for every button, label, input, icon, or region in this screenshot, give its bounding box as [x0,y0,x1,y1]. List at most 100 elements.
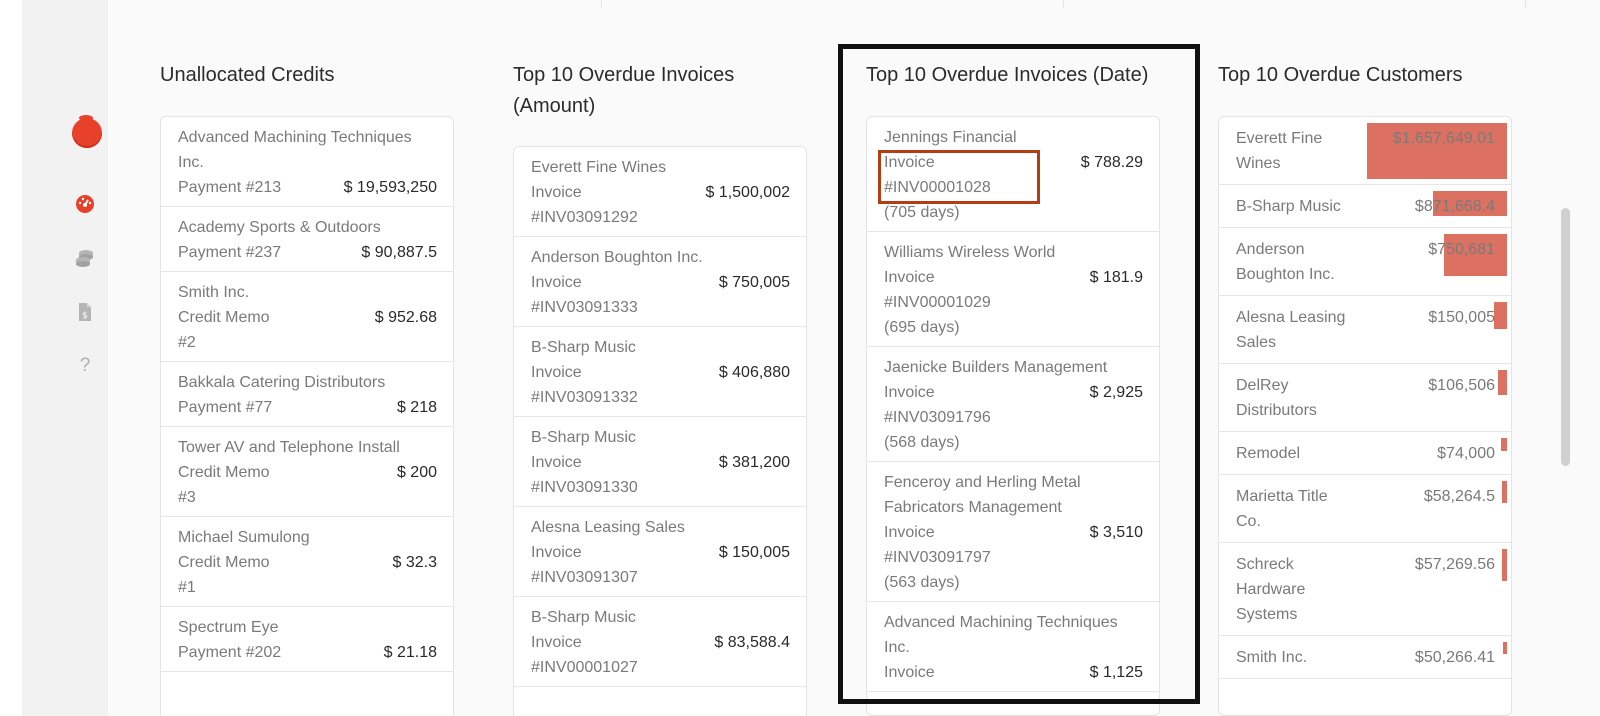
list-item[interactable]: Alesna Leasing Sales Invoice #INV0309130… [514,507,806,597]
list-item[interactable]: Smith Inc. $50,266.41 [1219,636,1511,679]
invoice-amount: $ 2,925 [1089,384,1143,401]
list-item[interactable]: Anderson Boughton Inc. Invoice #INV03091… [514,237,806,327]
list-item[interactable]: Smith Inc. Credit Memo #2 $ 952.68 [161,272,453,362]
list-item[interactable]: Schreck Hardware Systems $57,269.56 [1219,543,1511,636]
invoice-customer: Advanced Machining Techniques Inc. [884,614,1118,656]
customers-column: Top 10 Overdue Customers [1218,60,1518,91]
credit-customer: Bakkala Catering Distributors [178,374,386,391]
credit-amount: $ 19,593,250 [343,179,437,196]
list-item[interactable]: Jaenicke Builders Management Invoice #IN… [867,347,1159,462]
list-item[interactable]: Williams Wireless World Invoice #INV0000… [867,232,1159,347]
credit-amount: $ 32.3 [392,554,437,571]
customer-name: Marietta Title Co. [1236,488,1328,530]
invoice-customer: Anderson Boughton Inc. [531,249,703,266]
customer-amount: $50,266.41 [1414,649,1495,666]
invoice-ref: Invoice #INV03091333 [531,274,638,316]
invoice-ref: Invoice #INV03091307 [531,544,638,586]
list-item[interactable]: Tower AV and Telephone Install Credit Me… [161,427,453,517]
list-item[interactable]: Remodel $74,000 [1219,432,1511,475]
amount-bar [1502,549,1507,581]
customer-amount: $750,681 [1428,241,1495,258]
overdue-days: (695 days) [884,319,960,336]
invoice-ref: Invoice #INV03091332 [531,364,638,406]
invoice-amount: $ 381,200 [718,454,790,471]
scrollbar-thumb[interactable] [1561,208,1570,466]
credit-customer: Spectrum Eye [178,619,279,636]
left-gutter [0,0,22,716]
invoice-ref: Invoice #INV00001028 [884,154,991,196]
invoice-amount: $ 150,005 [718,544,790,561]
customer-name: Alesna Leasing Sales [1236,309,1346,351]
amount-bar [1494,302,1507,329]
list-item[interactable]: Advanced Machining Techniques Inc. Payme… [161,117,453,207]
amount-bar [1501,438,1507,451]
invoice-customer: Fenceroy and Herling Metal Fabricators M… [884,474,1081,516]
customer-amount: $74,000 [1437,445,1495,462]
invoice-ref: Invoice #INV03091292 [531,184,638,226]
list-item[interactable]: Michael Sumulong Credit Memo #1 $ 32.3 [161,517,453,607]
invoice-amount: $ 750,005 [718,274,790,291]
overdue-date-column: Top 10 Overdue Invoices (Date) [866,60,1166,91]
amount-bar [1502,481,1507,503]
credit-amount: $ 21.18 [383,644,437,661]
invoice-ref: Invoice #INV03091796 [884,384,991,426]
list-item[interactable]: Jennings Financial Invoice #INV00001028 $… [867,117,1159,232]
list-item[interactable]: B-Sharp Music Invoice #INV03091332 $ 406,… [514,327,806,417]
credit-ref: Payment #237 [178,244,282,261]
list-item[interactable]: DelRey Distributors $106,506 [1219,364,1511,432]
customer-amount: $57,269.56 [1414,556,1495,573]
credit-ref: Payment #77 [178,399,273,416]
invoice-customer: Williams Wireless World [884,244,1056,261]
list-item[interactable]: Bakkala Catering Distributors Payment #7… [161,362,453,427]
list-item[interactable]: Alesna Leasing Sales $150,005 [1219,296,1511,364]
credit-customer: Smith Inc. [178,284,250,301]
list-item[interactable]: Anderson Boughton Inc. $750,681 [1219,228,1511,296]
credit-amount: $ 952.68 [374,309,437,326]
scrollbar-track [1584,0,1600,716]
customer-name: Anderson Boughton Inc. [1236,241,1335,283]
customer-name: Smith Inc. [1236,649,1308,666]
invoice-customer: B-Sharp Music [531,429,636,446]
dashboard-icon[interactable] [75,194,95,214]
help-question-icon[interactable]: ? [75,355,95,376]
customer-amount: $871,668.4 [1414,198,1495,215]
invoice-customer: Alesna Leasing Sales [531,519,685,536]
customers-list: Everett Fine Wines $1,657,649.01 B-Sharp… [1218,116,1512,716]
invoice-amount: $ 181.9 [1089,269,1143,286]
divider [601,0,602,8]
list-item[interactable]: Spectrum Eye Payment #202 $ 21.18 [161,607,453,672]
customers-title: Top 10 Overdue Customers [1218,64,1463,86]
app-logo[interactable] [72,115,102,148]
credits-list: Advanced Machining Techniques Inc. Payme… [160,116,454,716]
credit-ref: Credit Memo #2 [178,309,270,351]
list-item[interactable]: B-Sharp Music Invoice #INV00001027 $ 83,5… [514,597,806,687]
list-item[interactable]: B-Sharp Music $871,668.4 [1219,185,1511,228]
list-item[interactable]: Fenceroy and Herling Metal Fabricators M… [867,462,1159,602]
customer-amount: $58,264.5 [1423,488,1495,505]
sidebar: $ ? [22,0,108,716]
overdue-days: (563 days) [884,574,960,591]
invoice-document-icon[interactable]: $ [75,302,95,322]
list-item[interactable]: Everett Fine Wines Invoice #INV03091292 $… [514,147,806,237]
invoice-customer: B-Sharp Music [531,609,636,626]
list-item[interactable]: Everett Fine Wines $1,657,649.01 [1219,117,1511,185]
list-item[interactable]: Advanced Machining Techniques Inc. Invoi… [867,602,1159,692]
credit-customer: Advanced Machining Techniques Inc. [178,129,412,171]
customer-name: DelRey Distributors [1236,377,1317,419]
coins-icon[interactable] [75,248,95,268]
overdue-amount-title: Top 10 Overdue Invoices (Amount) [513,64,735,117]
list-item[interactable]: Marietta Title Co. $58,264.5 [1219,475,1511,543]
customer-name: Everett Fine Wines [1236,130,1323,172]
list-item[interactable]: B-Sharp Music Invoice #INV03091330 $ 381,… [514,417,806,507]
divider [1063,0,1064,8]
overdue-days: (705 days) [884,204,960,221]
overdue-amount-column: Top 10 Overdue Invoices (Amount) [513,60,773,122]
credit-amount: $ 200 [396,464,437,481]
overdue-days: (568 days) [884,434,960,451]
invoice-ref: Invoice #INV03091797 [884,524,991,566]
amount-bar [1503,642,1507,654]
invoice-customer: Jaenicke Builders Management [884,359,1108,376]
list-item[interactable]: Academy Sports & Outdoors Payment #237 $ … [161,207,453,272]
invoice-ref: Invoice #INV00001027 [531,634,638,676]
credit-ref: Payment #202 [178,644,282,661]
